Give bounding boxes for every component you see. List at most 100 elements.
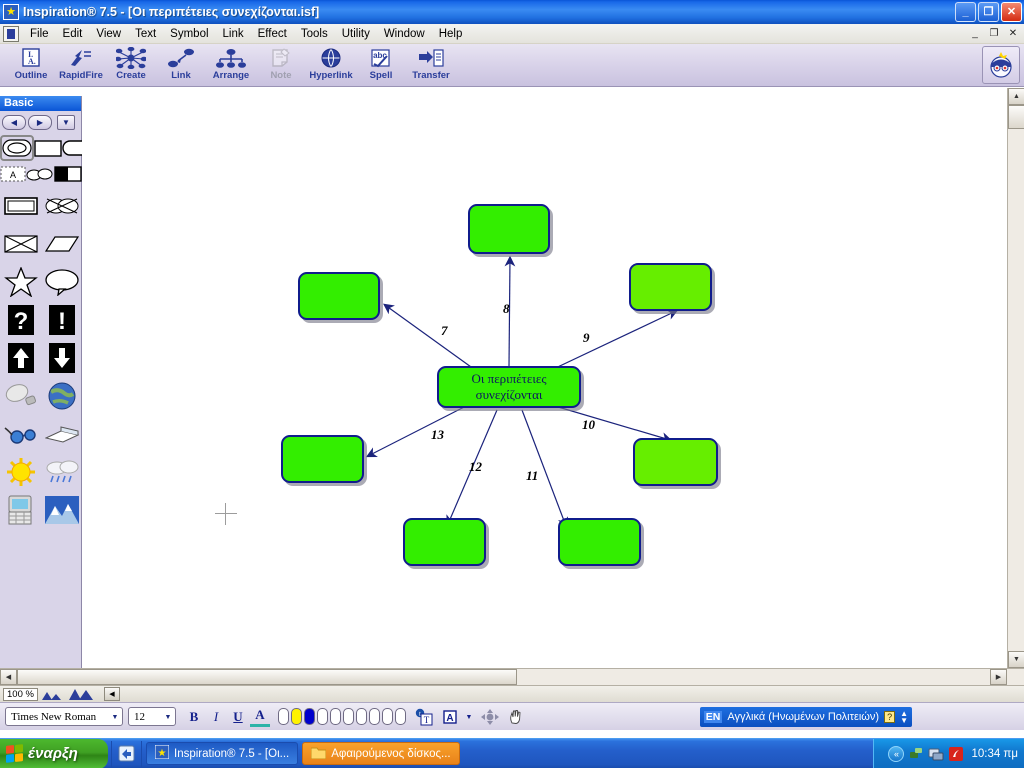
color-swatch[interactable]	[291, 708, 302, 725]
rectangle-symbol[interactable]	[34, 135, 62, 161]
toolbar-create-button[interactable]: Create	[106, 44, 156, 86]
eyeglasses-symbol[interactable]	[0, 415, 41, 453]
node-left[interactable]	[281, 435, 364, 483]
italic-button[interactable]: I	[206, 707, 226, 727]
link-label-9[interactable]: 9	[583, 330, 590, 346]
chevron-down-icon[interactable]: ▼	[464, 707, 474, 727]
color-swatch[interactable]	[343, 708, 354, 725]
scroll-up-button[interactable]: ▲	[1008, 88, 1024, 105]
computer-symbol[interactable]	[0, 491, 41, 529]
font-color-button[interactable]: A	[250, 707, 270, 727]
maximize-button[interactable]: ❐	[978, 2, 999, 22]
star-symbol[interactable]	[0, 263, 41, 301]
scroll-down-button[interactable]: ▼	[1008, 651, 1024, 668]
color-swatch[interactable]	[330, 708, 341, 725]
palette-dropdown-button[interactable]: ▼	[57, 114, 75, 130]
exclamation-mark-symbol[interactable]: !	[41, 301, 82, 339]
node-bottom-right[interactable]	[558, 518, 641, 566]
diamond-symbol[interactable]	[41, 225, 82, 263]
palette-next-button[interactable]: ▶	[28, 114, 52, 130]
color-swatch[interactable]	[382, 708, 393, 725]
color-swatch[interactable]	[317, 708, 328, 725]
zoom-level[interactable]: 100 %	[3, 687, 38, 701]
up-arrow-symbol[interactable]	[0, 339, 41, 377]
vertical-scroll-thumb[interactable]	[1008, 105, 1024, 129]
node-upper-right[interactable]	[629, 263, 712, 311]
link-label-10[interactable]: 10	[582, 417, 595, 433]
color-swatch[interactable]	[395, 708, 406, 725]
menu-item-symbol[interactable]: Symbol	[163, 26, 215, 42]
center-node[interactable]: Οι περιπέτειες συνεχίζονται	[437, 366, 581, 408]
toolbar-arrange-button[interactable]: Arrange	[206, 44, 256, 86]
color-swatch[interactable]	[304, 708, 315, 725]
language-spinner-icon[interactable]: ▲ ▼	[900, 709, 908, 724]
display-icon[interactable]	[928, 746, 944, 762]
node-upper-left[interactable]	[298, 272, 380, 320]
link-label-7[interactable]: 7	[441, 323, 448, 339]
menu-item-edit[interactable]: Edit	[56, 26, 90, 42]
horizontal-scrollbar[interactable]: ◀ ▶	[0, 668, 1024, 685]
diagram-link[interactable]	[547, 403, 673, 443]
lightbulb-symbol[interactable]	[0, 377, 41, 415]
link-label-13[interactable]: 13	[431, 427, 444, 443]
mdi-restore-button[interactable]: ❐	[986, 26, 1002, 41]
node-top[interactable]	[468, 204, 550, 254]
diagram-canvas[interactable]: Οι περιπέτειες συνεχίζονται 7 8 9 10 11 12 13	[82, 88, 1007, 685]
link-label-11[interactable]: 11	[526, 468, 538, 484]
toolbar-transfer-button[interactable]: Transfer	[406, 44, 456, 86]
zoom-back-button[interactable]: ◀	[103, 687, 120, 701]
question-mark-symbol[interactable]: ?	[0, 301, 41, 339]
menu-item-help[interactable]: Help	[432, 26, 470, 42]
antivirus-icon[interactable]	[948, 746, 964, 762]
crossed-ovals-symbol[interactable]	[41, 187, 82, 225]
toolbar-hyperlink-button[interactable]: Hyperlink	[306, 44, 356, 86]
text-box-symbol[interactable]: A	[0, 161, 26, 187]
menu-item-utility[interactable]: Utility	[335, 26, 377, 42]
color-swatch[interactable]	[369, 708, 380, 725]
node-bottom-left[interactable]	[403, 518, 486, 566]
menu-item-effect[interactable]: Effect	[251, 26, 294, 42]
rounded-oval-symbol[interactable]	[0, 135, 34, 161]
horizontal-scroll-thumb[interactable]	[17, 669, 517, 685]
close-button[interactable]: ✕	[1001, 2, 1022, 22]
color-swatch[interactable]	[278, 708, 289, 725]
hand-tool-button[interactable]	[506, 707, 526, 727]
cloud-symbol[interactable]	[26, 161, 54, 187]
toolbar-outline-button[interactable]: I. A. Outline	[6, 44, 56, 86]
sun-symbol[interactable]	[0, 453, 41, 491]
open-book-symbol[interactable]	[41, 415, 82, 453]
speech-bubble-symbol[interactable]	[41, 263, 82, 301]
menu-item-tools[interactable]: Tools	[294, 26, 335, 42]
language-indicator[interactable]: EN Αγγλικά (Ηνωμένων Πολιτειών) ? ▲ ▼	[699, 706, 912, 727]
menu-item-window[interactable]: Window	[377, 26, 432, 42]
menu-item-file[interactable]: File	[23, 26, 56, 42]
minimize-button[interactable]: _	[955, 2, 976, 22]
network-icon[interactable]	[908, 746, 924, 762]
vertical-scrollbar[interactable]: ▲ ▼	[1007, 88, 1024, 685]
scroll-right-button[interactable]: ▶	[990, 669, 1007, 685]
diagram-link[interactable]	[383, 303, 479, 373]
inspiration-assistant-icon[interactable]	[982, 46, 1020, 84]
bold-button[interactable]: B	[184, 707, 204, 727]
menu-item-view[interactable]: View	[89, 26, 128, 42]
diagram-link[interactable]	[365, 402, 473, 458]
tray-expand-icon[interactable]: «	[888, 745, 905, 762]
wide-rectangle-symbol[interactable]	[0, 187, 41, 225]
color-swatch[interactable]	[356, 708, 367, 725]
toolbar-link-button[interactable]: Link	[156, 44, 206, 86]
scroll-left-button[interactable]: ◀	[0, 669, 17, 685]
font-size-select[interactable]: 12 ▼	[128, 707, 176, 726]
mountains-symbol[interactable]	[41, 491, 82, 529]
position-button[interactable]	[480, 707, 500, 727]
start-button[interactable]: έναρξη	[0, 738, 108, 768]
font-family-select[interactable]: Times New Roman ▼	[5, 707, 123, 726]
link-label-8[interactable]: 8	[503, 301, 510, 317]
earth-globe-symbol[interactable]	[41, 377, 82, 415]
text-tool-button[interactable]: t T	[414, 707, 434, 727]
palette-prev-button[interactable]: ◀	[2, 114, 26, 130]
link-label-12[interactable]: 12	[469, 459, 482, 475]
toolbar-rapidfire-button[interactable]: RapidFire	[56, 44, 106, 86]
down-arrow-symbol[interactable]	[41, 339, 82, 377]
node-right[interactable]	[633, 438, 718, 486]
taskbar-removable-disk[interactable]: Αφαιρούμενος δίσκος...	[302, 742, 460, 765]
